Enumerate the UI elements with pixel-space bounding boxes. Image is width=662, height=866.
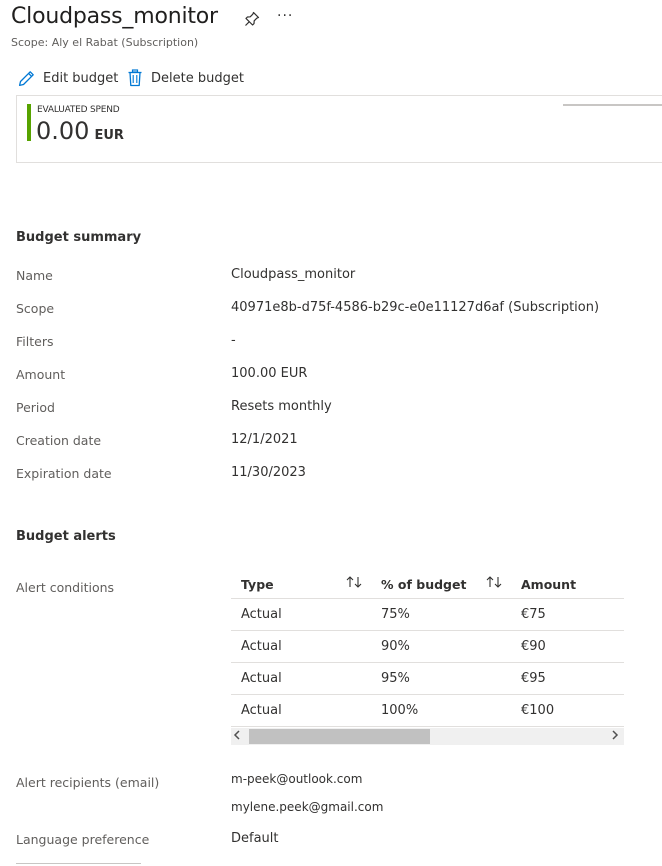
spend-accent-bar	[27, 104, 31, 141]
amount-value: 100.00 EUR	[231, 366, 308, 381]
table-row: Actual 95% €95	[231, 663, 624, 695]
creation-date-value: 12/1/2021	[231, 432, 298, 447]
recipient-email: mylene.peek@gmail.com	[231, 800, 384, 814]
filters-value: -	[231, 333, 236, 348]
name-value: Cloudpass_monitor	[231, 267, 356, 282]
scope-label: Scope	[16, 301, 55, 316]
delete-budget-label: Delete budget	[151, 70, 244, 86]
recipient-email: m-peek@outlook.com	[231, 772, 363, 786]
alert-amount: €75	[521, 607, 546, 622]
sort-icon[interactable]	[485, 575, 503, 589]
alert-percent: 95%	[381, 671, 410, 686]
scroll-right-icon[interactable]	[611, 730, 619, 743]
edit-budget-button[interactable]: Edit budget	[18, 68, 118, 88]
alert-percent: 75%	[381, 607, 410, 622]
spend-label: EVALUATED SPEND	[37, 105, 120, 115]
column-header-type[interactable]: Type	[231, 575, 371, 592]
budget-alerts-heading: Budget alerts	[16, 529, 116, 544]
pin-icon[interactable]	[243, 10, 261, 28]
scrollbar-thumb[interactable]	[249, 729, 430, 744]
spend-currency: EUR	[94, 128, 124, 143]
alert-percent: 90%	[381, 639, 410, 654]
creation-date-label: Creation date	[16, 433, 102, 448]
language-preference-value: Default	[231, 831, 279, 846]
scroll-left-icon[interactable]	[233, 730, 241, 743]
delete-budget-button[interactable]: Delete budget	[127, 68, 244, 88]
divider	[16, 863, 141, 864]
scope-value: 40971e8b-d75f-4586-b29c-e0e11127d6af (Su…	[231, 300, 600, 315]
period-value: Resets monthly	[231, 399, 332, 414]
filters-label: Filters	[16, 334, 54, 349]
scope-subtitle: Scope: Aly el Rabat (Subscription)	[11, 36, 199, 49]
expiration-date-value: 11/30/2023	[231, 465, 306, 480]
alert-type: Actual	[241, 607, 282, 622]
alert-conditions-table: Type % of budget Amount Actual 75% €75 A…	[231, 570, 624, 727]
column-header-percent[interactable]: % of budget	[371, 575, 511, 592]
column-header-amount[interactable]: Amount	[511, 577, 624, 592]
pencil-icon	[18, 70, 34, 86]
more-options-icon[interactable]: ···	[277, 8, 293, 24]
sort-icon[interactable]	[345, 575, 363, 589]
alert-type: Actual	[241, 671, 282, 686]
spend-gauge	[563, 104, 662, 106]
period-label: Period	[16, 400, 55, 415]
table-row: Actual 100% €100	[231, 695, 624, 727]
table-row: Actual 75% €75	[231, 599, 624, 631]
budget-summary-heading: Budget summary	[16, 230, 142, 245]
language-preference-label: Language preference	[16, 832, 150, 847]
alert-type: Actual	[241, 639, 282, 654]
trash-icon	[128, 69, 142, 87]
expiration-date-label: Expiration date	[16, 466, 112, 481]
amount-label: Amount	[16, 367, 66, 382]
name-label: Name	[16, 268, 53, 283]
spend-amount: 0.00	[36, 117, 90, 145]
spend-value: 0.00 EUR	[36, 117, 124, 145]
alert-percent: 100%	[381, 703, 419, 718]
alert-amount: €95	[521, 671, 546, 686]
alert-recipients-label: Alert recipients (email)	[16, 775, 160, 790]
alert-type: Actual	[241, 703, 282, 718]
edit-budget-label: Edit budget	[43, 70, 119, 86]
page-title: Cloudpass_monitor	[11, 4, 218, 29]
alert-amount: €90	[521, 639, 546, 654]
alert-conditions-label: Alert conditions	[16, 580, 115, 595]
alert-amount: €100	[521, 703, 555, 718]
table-header: Type % of budget Amount	[231, 570, 624, 599]
table-row: Actual 90% €90	[231, 631, 624, 663]
